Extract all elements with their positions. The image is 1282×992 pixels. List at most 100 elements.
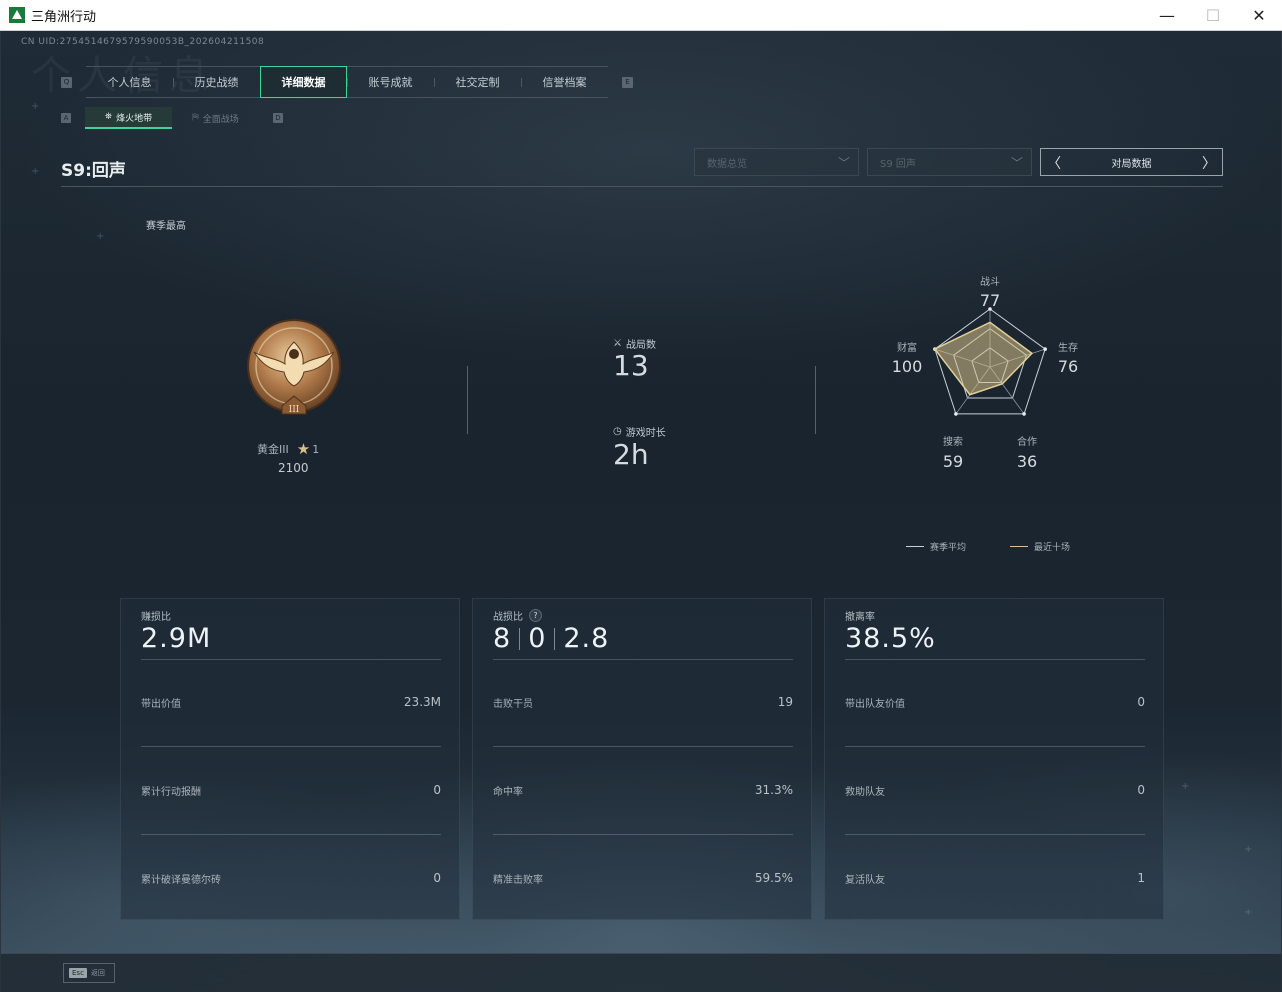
season-title: S9:回声	[61, 161, 126, 181]
card-divider	[845, 746, 1145, 747]
rank-name-row: 黄金III ★ 1	[257, 440, 319, 458]
decor-plus: +	[31, 101, 40, 112]
prev-tab-key-hint[interactable]: Q	[61, 76, 72, 88]
tab-reputation[interactable]: 信誉档案	[521, 67, 608, 97]
row-value: 19	[777, 695, 793, 709]
data-type-dropdown[interactable]: 数据总览 ﹀	[694, 148, 859, 176]
legend-line-season	[906, 546, 924, 547]
profit-card: 赚损比 2.9M 带出价值 23.3M 累计行动报酬 0 累计破译曼德尔砖 0	[120, 598, 460, 920]
games-value: 13	[613, 349, 649, 382]
radar-label-combat: 战斗	[980, 276, 1000, 288]
radar-label-survival: 生存	[1058, 341, 1078, 354]
medal-numeral: III	[289, 405, 300, 415]
kd-ratio-value: 2.8	[563, 623, 610, 654]
close-button[interactable]: ✕	[1236, 0, 1282, 30]
match-data-pager: 〈 对局数据 〉	[1040, 148, 1223, 176]
card-divider	[845, 659, 1145, 660]
decor-plus: +	[1244, 907, 1253, 918]
radar-label-search: 搜索	[943, 435, 963, 448]
row-key: 累计行动报酬	[141, 787, 201, 798]
legend-recent10: 最近十场	[1010, 540, 1070, 553]
warfare-icon: ⛿	[192, 113, 199, 123]
extraction-card: 撤离率 38.5% 带出队友价值 0 救助队友 0 复活队友 1	[824, 598, 1164, 920]
main-tabs: Q 个人信息 历史战绩 详细数据 账号成就 社交定制 信誉档案 E	[61, 66, 633, 98]
row-key: 命中率	[493, 787, 523, 798]
data-type-dropdown-value: 数据总览	[707, 158, 747, 170]
tab-detailed-data[interactable]: 详细数据	[260, 66, 347, 98]
card-divider	[141, 834, 441, 835]
card-divider	[141, 659, 441, 660]
row-value: 23.3M	[403, 695, 441, 709]
mode-subtabs: A ⛯ 烽火地带 ⛿ 全面战场 D	[61, 107, 283, 129]
radar-value-teamwork: 36	[1017, 452, 1037, 471]
extraction-label: 撤离率	[845, 612, 875, 623]
kills-value: 8	[493, 623, 512, 654]
chevron-down-icon: ﹀	[1010, 156, 1023, 170]
game-window: 个人信息 CN UID:2754514679579590053B_2026042…	[0, 31, 1282, 992]
rank-stars: 1	[312, 442, 320, 456]
prev-arrow-icon[interactable]: 〈	[1047, 153, 1061, 173]
next-arrow-icon[interactable]: 〉	[1202, 153, 1216, 173]
card-divider	[141, 746, 441, 747]
card-divider	[493, 746, 793, 747]
profit-value: 2.9M	[141, 623, 212, 654]
value-separator	[554, 627, 556, 650]
profit-label: 赚损比	[141, 612, 171, 623]
row-key: 精准击败率	[493, 875, 543, 886]
row-value: 0	[433, 871, 441, 885]
legend-season-label: 赛季平均	[930, 543, 967, 553]
next-mode-key-hint[interactable]: D	[273, 113, 283, 123]
prev-mode-key-hint[interactable]: A	[61, 113, 71, 123]
card-row: 击败干员 19	[493, 695, 793, 710]
radar-value-survival: 76	[1058, 357, 1078, 376]
radar-label-wealth: 财富	[897, 341, 917, 354]
card-row: 累计破译曼德尔砖 0	[141, 871, 441, 886]
value-separator	[519, 627, 521, 650]
chevron-down-icon: ﹀	[837, 156, 850, 170]
row-key: 击败干员	[493, 699, 533, 710]
legend-line-recent	[1010, 546, 1028, 547]
next-tab-key-hint[interactable]: E	[622, 76, 633, 88]
extraction-value: 38.5%	[845, 623, 936, 654]
kd-label-row: 战损比 ?	[493, 608, 542, 623]
kd-values: 8 0 2.8	[493, 623, 609, 654]
minimize-button[interactable]: —	[1144, 0, 1190, 30]
subtab-warfare-label: 全面战场	[202, 114, 239, 125]
row-value: 0	[433, 783, 441, 797]
kd-card: 战损比 ? 8 0 2.8 击败干员 19 命中率 31.3% 精准击败率 59.5%	[472, 598, 812, 920]
legend-season-avg: 赛季平均	[906, 540, 966, 553]
card-row: 累计行动报酬 0	[141, 783, 441, 798]
radar-axis-dot	[1043, 347, 1047, 351]
legend-recent-label: 最近十场	[1034, 543, 1071, 553]
tab-social[interactable]: 社交定制	[434, 67, 521, 97]
ability-radar-chart: 战斗 77 生存 76 合作 36 搜索 59 财富 100	[892, 276, 1078, 471]
radar-value-combat: 77	[980, 291, 1000, 310]
card-divider	[493, 834, 793, 835]
row-key: 复活队友	[845, 875, 885, 886]
tab-history[interactable]: 历史战绩	[173, 67, 260, 97]
subtab-warfare[interactable]: ⛿ 全面战场	[172, 107, 259, 129]
subtab-operations[interactable]: ⛯ 烽火地带	[85, 107, 172, 129]
card-row: 带出队友价值 0	[845, 695, 1145, 710]
maximize-button[interactable]: ☐	[1190, 0, 1236, 30]
section-divider	[467, 366, 468, 434]
decor-plus: +	[1244, 844, 1253, 855]
tab-achievements[interactable]: 账号成就	[347, 67, 434, 97]
playtime-label: 游戏时长	[625, 428, 666, 439]
rank-medal-icon: III	[247, 319, 341, 415]
playtime-stat-label: ◷ 游戏时长	[613, 424, 666, 439]
window-title: 三角洲行动	[31, 9, 97, 25]
rank-name: 黄金III	[257, 443, 289, 456]
tab-profile[interactable]: 个人信息	[86, 67, 173, 97]
row-key: 累计破译曼德尔砖	[141, 875, 221, 886]
radar-axis-dot	[954, 412, 958, 416]
back-button[interactable]: Esc 返回	[63, 963, 115, 983]
esc-key-icon: Esc	[69, 968, 87, 978]
app-logo-icon	[9, 7, 25, 23]
player-uid: CN UID:2754514679579590053B_202604211508	[21, 37, 265, 47]
radar-label-teamwork: 合作	[1017, 435, 1037, 448]
deaths-value: 0	[528, 623, 547, 654]
decor-plus: +	[96, 231, 105, 242]
help-icon[interactable]: ?	[529, 609, 542, 622]
season-dropdown[interactable]: S9 回声 ﹀	[867, 148, 1032, 176]
